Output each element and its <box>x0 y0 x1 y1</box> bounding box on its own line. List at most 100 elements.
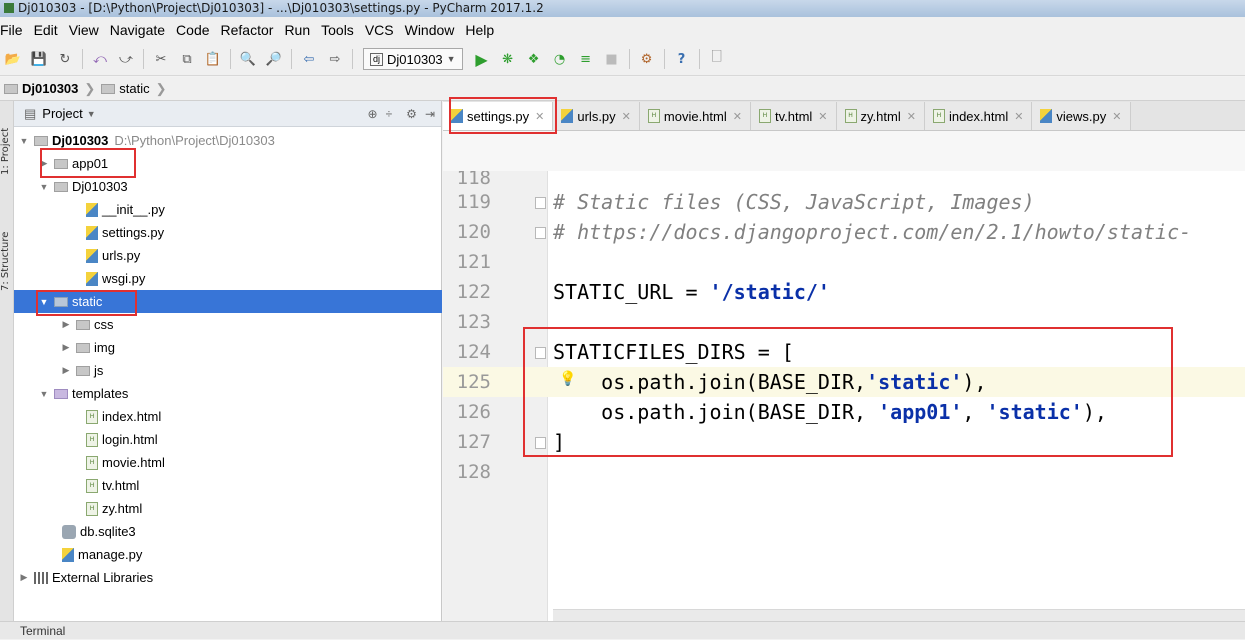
tab-index-html[interactable]: H index.html ✕ <box>924 102 1033 130</box>
tree-row-wsgi-py[interactable]: wsgi.py <box>14 267 442 290</box>
fold-marker-icon[interactable] <box>535 197 546 209</box>
tree-row-init-py[interactable]: __init__.py <box>14 198 442 221</box>
tree-row-img[interactable]: ▶ img <box>14 336 442 359</box>
run-coverage-icon[interactable]: ❖ <box>525 50 543 68</box>
tree-row-manage-py[interactable]: manage.py <box>14 543 442 566</box>
menu-vcs[interactable]: VCS <box>365 22 394 38</box>
concurrency-icon[interactable]: ≡ <box>577 50 595 68</box>
tree-row-templates[interactable]: ▼ templates <box>14 382 442 405</box>
tab-views-py[interactable]: views.py ✕ <box>1032 102 1131 130</box>
tree-row-db-sqlite3[interactable]: db.sqlite3 <box>14 520 442 543</box>
open-folder-icon[interactable]: 📂 <box>4 50 22 68</box>
menu-help[interactable]: Help <box>465 22 494 38</box>
tree-row-login-html[interactable]: H login.html <box>14 428 442 451</box>
menu-edit[interactable]: Edit <box>34 22 58 38</box>
menu-refactor[interactable]: Refactor <box>221 22 274 38</box>
fold-marker-icon[interactable] <box>535 347 546 359</box>
code-editor[interactable]: 118 119 # Static files (CSS, JavaScript,… <box>443 131 1245 621</box>
menu-navigate[interactable]: Navigate <box>110 22 165 38</box>
replace-icon[interactable]: 🔎 <box>265 50 283 68</box>
tree-row-settings-py[interactable]: settings.py <box>14 221 442 244</box>
horizontal-scrollbar[interactable] <box>553 609 1245 621</box>
expanded-arrow-icon[interactable]: ▼ <box>38 297 50 307</box>
close-icon[interactable]: ✕ <box>818 110 827 123</box>
settings-wrench-icon[interactable]: ⚙ <box>638 50 656 68</box>
redo-icon[interactable]: ⤻ <box>117 50 135 68</box>
fold-marker-icon[interactable] <box>535 437 546 449</box>
tree-row-movie-html[interactable]: H movie.html <box>14 451 442 474</box>
line-number: 122 <box>456 281 491 303</box>
hide-panel-icon[interactable]: ⇥ <box>425 107 435 121</box>
project-panel-title[interactable]: Project <box>42 106 82 121</box>
breadcrumb-item-static[interactable]: static <box>97 81 153 96</box>
menu-file[interactable]: File <box>0 22 23 38</box>
tree-row-tv-html[interactable]: H tv.html <box>14 474 442 497</box>
expanded-arrow-icon[interactable]: ▼ <box>18 136 30 146</box>
target-icon[interactable]: ⊕ <box>368 107 378 121</box>
save-all-icon[interactable]: 💾 <box>30 50 48 68</box>
collapsed-arrow-icon[interactable]: ▶ <box>60 365 72 376</box>
run-configuration-select[interactable]: dj Dj010303 ▼ <box>363 48 463 70</box>
tree-row-zy-html[interactable]: H zy.html <box>14 497 442 520</box>
tree-row-urls-py[interactable]: urls.py <box>14 244 442 267</box>
forward-icon[interactable]: ⇨ <box>326 50 344 68</box>
sync-icon[interactable]: ↻ <box>56 50 74 68</box>
tab-tv-html[interactable]: H tv.html ✕ <box>750 102 837 130</box>
tree-row-index-html[interactable]: H index.html <box>14 405 442 428</box>
collapsed-arrow-icon[interactable]: ▶ <box>18 572 30 583</box>
cut-icon[interactable]: ✂ <box>152 50 170 68</box>
menu-view[interactable]: View <box>69 22 99 38</box>
paste-icon[interactable]: 📋 <box>204 50 222 68</box>
tree-row-external-libraries[interactable]: ▶ External Libraries <box>14 566 442 589</box>
collapsed-arrow-icon[interactable]: ▶ <box>38 158 50 169</box>
collapsed-arrow-icon[interactable]: ▶ <box>60 319 72 330</box>
toolbar-separator <box>628 49 630 69</box>
terminal-icon[interactable]: 🗌 <box>708 50 726 68</box>
close-icon[interactable]: ✕ <box>1112 110 1121 123</box>
expanded-arrow-icon[interactable]: ▼ <box>38 389 50 399</box>
expanded-arrow-icon[interactable]: ▼ <box>38 182 50 192</box>
gear-icon[interactable]: ⚙ <box>406 107 417 121</box>
run-icon[interactable]: ▶ <box>473 50 491 69</box>
copy-icon[interactable]: ⧉ <box>178 50 196 68</box>
tree-row-app01[interactable]: ▶ app01 <box>14 152 442 175</box>
close-icon[interactable]: ✕ <box>622 110 631 123</box>
menu-run[interactable]: Run <box>284 22 310 38</box>
breadcrumb-item-root[interactable]: Dj010303 <box>0 81 82 96</box>
terminal-tool-tab[interactable]: Terminal <box>20 624 65 638</box>
code-line: # https://docs.djangoproject.com/en/2.1/… <box>553 220 1192 244</box>
tree-row-css[interactable]: ▶ css <box>14 313 442 336</box>
collapsed-arrow-icon[interactable]: ▶ <box>60 342 72 353</box>
back-icon[interactable]: ⇦ <box>300 50 318 68</box>
tree-row-dj010303-package[interactable]: ▼ Dj010303 <box>14 175 442 198</box>
close-icon[interactable]: ✕ <box>907 110 916 123</box>
code-line: ] <box>553 430 566 454</box>
menu-code[interactable]: Code <box>176 22 209 38</box>
undo-icon[interactable]: ⤺ <box>91 50 109 68</box>
collapse-all-icon[interactable]: ÷ <box>386 107 393 121</box>
fold-marker-icon[interactable] <box>535 227 546 239</box>
tab-settings-py[interactable]: settings.py ✕ <box>443 102 554 130</box>
profile-icon[interactable]: ◔ <box>551 50 569 68</box>
menu-tools[interactable]: Tools <box>321 22 354 38</box>
html-file-icon: H <box>86 501 98 516</box>
tab-zy-html[interactable]: H zy.html ✕ <box>836 102 925 130</box>
toolbar-separator <box>352 49 353 69</box>
close-icon[interactable]: ✕ <box>1014 110 1023 123</box>
close-icon[interactable]: ✕ <box>733 110 742 123</box>
find-icon[interactable]: 🔍 <box>239 50 257 68</box>
help-icon[interactable]: ? <box>673 50 691 68</box>
project-tool-tab[interactable]: 1: Project <box>0 105 14 175</box>
chevron-down-icon[interactable]: ▼ <box>87 109 96 119</box>
tree-row-static[interactable]: ▼ static <box>14 290 442 313</box>
debug-icon[interactable]: ❋ <box>499 50 517 68</box>
stop-icon[interactable]: ■ <box>603 50 621 68</box>
tree-row-project-root[interactable]: ▼ Dj010303 D:\Python\Project\Dj010303 <box>14 129 442 152</box>
close-icon[interactable]: ✕ <box>535 110 544 123</box>
tab-movie-html[interactable]: H movie.html ✕ <box>639 102 751 130</box>
structure-tool-tab[interactable]: 7: Structure <box>0 201 14 291</box>
tab-urls-py[interactable]: urls.py ✕ <box>553 102 640 130</box>
bottom-tool-bar: Terminal <box>0 621 1245 639</box>
tree-row-js[interactable]: ▶ js <box>14 359 442 382</box>
menu-window[interactable]: Window <box>405 22 455 38</box>
